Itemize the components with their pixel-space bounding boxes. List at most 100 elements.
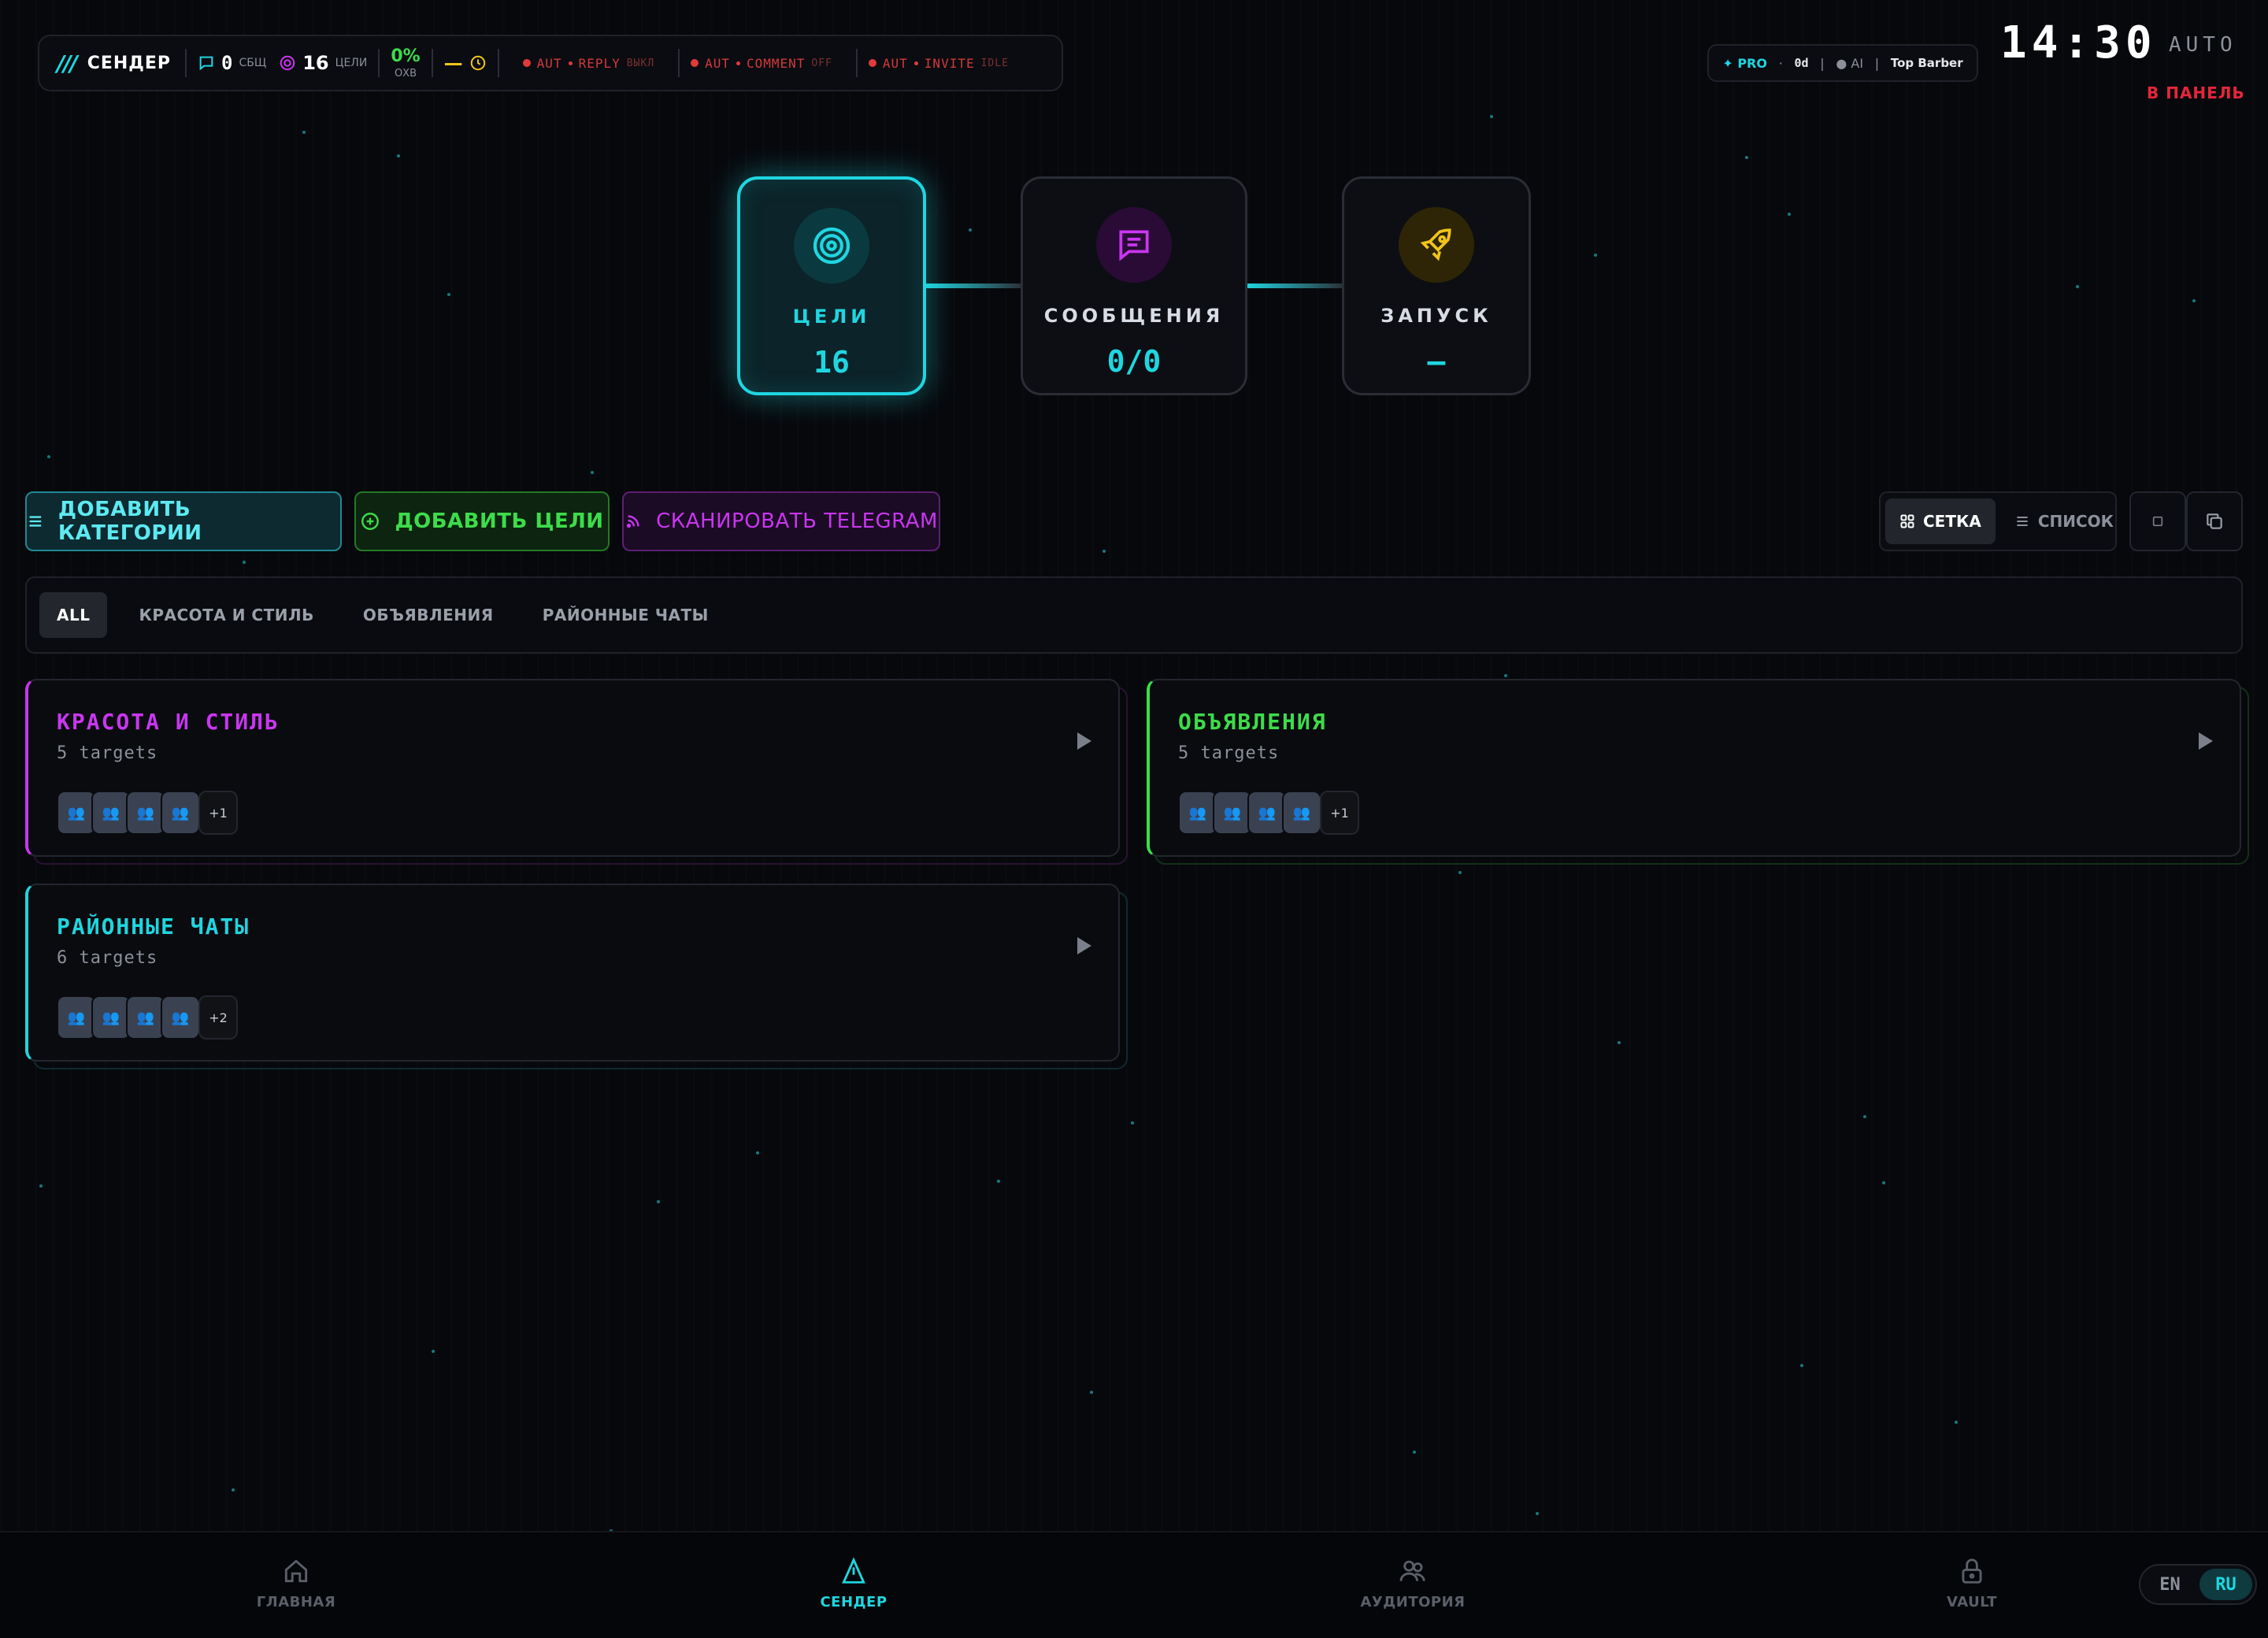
target-icon <box>794 208 869 284</box>
divider: | <box>1820 55 1825 71</box>
more-count: +1 <box>198 791 238 835</box>
group-avatar-icon: 👥 <box>126 995 165 1040</box>
divider <box>431 49 433 77</box>
view-toggle: СЕТКА СПИСОК <box>1879 491 2117 551</box>
nav-vault[interactable]: VAULT <box>1893 1556 2051 1610</box>
nav-audience[interactable]: АУДИТОРИЯ <box>1334 1556 1492 1610</box>
more-count: +1 <box>1320 791 1359 835</box>
signal-icon <box>626 515 639 528</box>
play-icon[interactable] <box>1077 937 1091 954</box>
divider <box>497 49 499 77</box>
add-category-button[interactable]: ДОБАВИТЬ КАТЕГОРИИ <box>25 491 342 551</box>
auto-reply-status[interactable]: AUT REPLY ВЫКЛ <box>522 56 655 71</box>
days-left: 0d <box>1794 56 1809 70</box>
plan-label: PRO <box>1737 55 1767 71</box>
nav-sender[interactable]: СЕНДЕР <box>775 1556 932 1610</box>
play-icon[interactable] <box>1077 732 1091 750</box>
filter-all[interactable]: ALL <box>39 592 108 638</box>
group-avatar-icon: 👥 <box>1213 791 1252 835</box>
targets-stat: 16 ЦЕЛИ <box>279 52 367 74</box>
group-avatar-icon: 👥 <box>91 791 131 835</box>
group-avatar-icon: 👥 <box>91 995 131 1040</box>
select-all-button[interactable] <box>2129 491 2186 551</box>
add-targets-button[interactable]: ДОБАВИТЬ ЦЕЛИ <box>354 491 610 551</box>
auto-comment-status[interactable]: AUT COMMENT OFF <box>691 56 832 71</box>
rocket-icon <box>1399 207 1474 283</box>
scan-telegram-button[interactable]: СКАНИРОВАТЬ TELEGRAM <box>622 491 940 551</box>
account-name: Top Barber <box>1890 56 1963 70</box>
targets-label: ЦЕЛИ <box>335 57 368 69</box>
nav-sender-label: СЕНДЕР <box>820 1594 888 1610</box>
step-connector <box>925 284 1024 288</box>
panel-link[interactable]: В ПАНЕЛЬ <box>2147 83 2245 102</box>
step-value: — <box>1427 344 1446 379</box>
grid-view-button[interactable]: СЕТКА <box>1885 498 1996 544</box>
auto-state: ВЫКЛ <box>626 57 655 69</box>
category-target-count: 5 targets <box>1178 743 1280 763</box>
timer-stat: — <box>444 52 487 74</box>
nav-home[interactable]: ГЛАВНАЯ <box>217 1556 375 1610</box>
home-icon <box>284 1559 308 1583</box>
ai-label: AI <box>1851 55 1864 71</box>
add-category-label: ДОБАВИТЬ КАТЕГОРИИ <box>57 498 202 545</box>
auto-name: COMMENT <box>746 55 806 71</box>
copy-button[interactable] <box>2186 491 2243 551</box>
mode-label: AUTO <box>2169 33 2237 57</box>
lang-en-button[interactable]: EN <box>2144 1569 2196 1600</box>
messages-count: 0 <box>221 52 233 74</box>
clock: 14:30 <box>2000 17 2157 69</box>
grid-icon <box>1900 514 1914 528</box>
category-card-beauty[interactable]: КРАСОТА И СТИЛЬ 5 targets 👥 👥 👥 👥 +1 <box>25 679 1120 857</box>
filter-ads[interactable]: ОБЪЯВЛЕНИЯ <box>346 592 511 638</box>
nav-vault-label: VAULT <box>1947 1594 1997 1610</box>
targets-count: 16 <box>302 52 329 74</box>
avatar-stack: 👥 👥 👥 👥 +1 <box>57 791 238 835</box>
category-title: РАЙОННЫЕ ЧАТЫ <box>57 914 250 939</box>
timer-value: — <box>443 52 463 74</box>
category-card-ads[interactable]: ОБЪЯВЛЕНИЯ 5 targets 👥 👥 👥 👥 +1 <box>1147 679 2241 857</box>
status-bar: /// СЕНДЕР 0 СБЩ 16 ЦЕЛИ 0% ОХВ — AUT RE… <box>38 35 1063 91</box>
separator-dot-icon <box>736 61 740 65</box>
brand[interactable]: /// СЕНДЕР <box>57 50 171 76</box>
step-value: 16 <box>813 345 850 380</box>
nav-home-label: ГЛАВНАЯ <box>256 1594 336 1610</box>
list-view-button[interactable]: СПИСОК <box>2000 498 2128 544</box>
separator-dot-icon: · <box>1778 55 1783 71</box>
category-card-district-chats[interactable]: РАЙОННЫЕ ЧАТЫ 6 targets 👥 👥 👥 👥 +2 <box>25 884 1120 1062</box>
list-icon <box>2017 517 2028 526</box>
filter-beauty[interactable]: КРАСОТА И СТИЛЬ <box>121 592 331 638</box>
brand-slashes-icon: /// <box>57 50 78 76</box>
divider <box>378 49 380 77</box>
step-messages[interactable]: СООБЩЕНИЯ 0/0 <box>1021 176 1247 395</box>
play-icon[interactable] <box>2199 732 2213 750</box>
auto-name: INVITE <box>924 55 975 71</box>
reach-stat: 0% ОХВ <box>391 47 420 80</box>
divider: | <box>1874 55 1880 71</box>
category-target-count: 5 targets <box>57 743 158 763</box>
checkbox-icon <box>2152 516 2163 527</box>
target-icon <box>280 55 295 71</box>
category-filter-bar: ALL КРАСОТА И СТИЛЬ ОБЪЯВЛЕНИЯ РАЙОННЫЕ … <box>25 576 2243 654</box>
step-title: СООБЩЕНИЯ <box>1043 305 1225 327</box>
group-avatar-icon: 👥 <box>161 995 200 1040</box>
auto-prefix: AUT <box>705 55 730 71</box>
more-count: +2 <box>198 995 238 1040</box>
step-targets[interactable]: ЦЕЛИ 16 <box>737 176 926 395</box>
auto-invite-status[interactable]: AUT INVITE IDLE <box>868 55 1009 71</box>
group-avatar-icon: 👥 <box>57 995 96 1040</box>
reach-label: ОХВ <box>394 67 417 80</box>
account-badge[interactable]: ✦ PRO · 0d | ● AI | Top Barber <box>1707 44 1978 82</box>
status-dot-icon <box>691 59 699 67</box>
group-avatar-icon: 👥 <box>1247 791 1287 835</box>
filter-district-chats[interactable]: РАЙОННЫЕ ЧАТЫ <box>525 592 726 638</box>
lang-ru-button[interactable]: RU <box>2199 1569 2252 1600</box>
category-title: ОБЪЯВЛЕНИЯ <box>1178 709 1327 735</box>
plus-circle-icon <box>361 513 380 530</box>
auto-state: IDLE <box>980 57 1009 69</box>
step-launch[interactable]: ЗАПУСК — <box>1342 176 1531 395</box>
category-title: КРАСОТА И СТИЛЬ <box>57 709 280 735</box>
clock-icon <box>470 55 485 71</box>
language-switch: EN RU <box>2139 1564 2257 1605</box>
users-icon <box>1399 1560 1425 1581</box>
chat-icon <box>199 56 213 71</box>
